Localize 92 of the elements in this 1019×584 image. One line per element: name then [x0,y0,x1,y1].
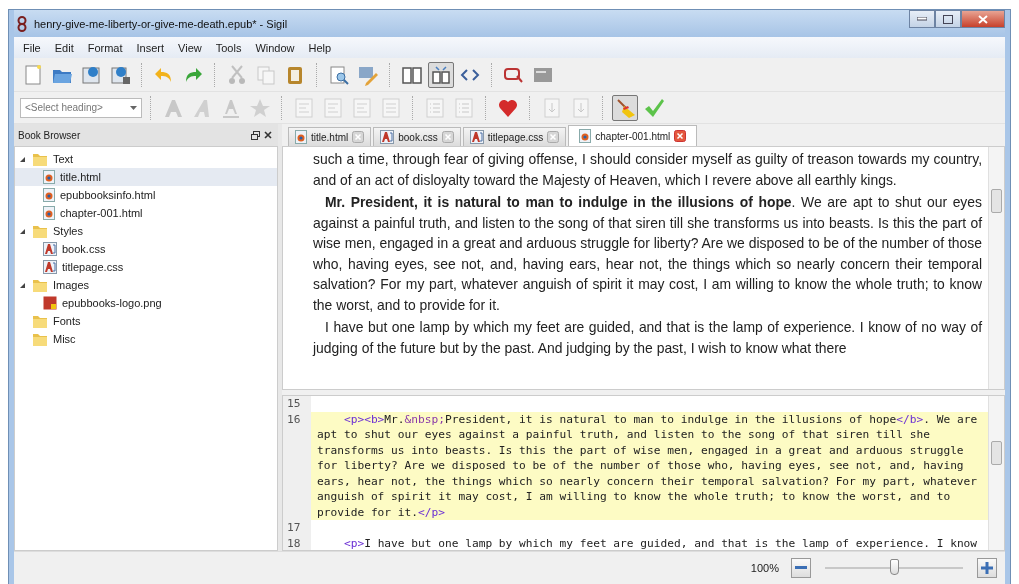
menu-item[interactable]: Insert [129,39,172,56]
html-file-icon [43,188,55,202]
align-center-icon [322,96,344,119]
stylesheet-icon [43,242,57,256]
outdent-icon [570,96,592,119]
search-icon [328,63,350,86]
plus-icon [981,562,993,574]
tree-item[interactable]: book.css [15,240,277,258]
panel-title: Book Browser [18,129,82,141]
bullet-list-icon [424,96,446,119]
scrollbar[interactable] [988,396,1004,550]
slider-thumb[interactable] [890,559,899,575]
scrollbar[interactable] [988,147,1004,389]
stylesheet-icon [469,130,484,144]
menu-item[interactable]: Edit [47,39,81,56]
float-button[interactable] [249,130,262,140]
app-logo-icon [16,15,28,32]
zoom-level: 100% [750,562,779,574]
menu-item[interactable]: File [16,39,48,56]
close-button[interactable] [961,10,1005,28]
heading-dropdown[interactable]: <Select heading> [20,97,142,118]
image-file-icon [43,296,57,310]
tree-item[interactable]: Misc [15,330,277,348]
file-tab[interactable]: book.css [373,127,461,146]
minimize-icon [917,17,927,21]
close-tab-icon[interactable] [441,131,454,143]
line-number: 17 [283,520,311,536]
tree-item[interactable]: title.html [15,168,277,186]
new-file-icon [22,63,44,86]
tree-item[interactable]: Fonts [15,312,277,330]
split-view-icon [430,63,452,86]
copy-icon [255,63,277,86]
maximize-icon [943,14,953,24]
numbered-list-icon [453,96,475,119]
preview-paragraph: Mr. President, it is natural to man to indulge in the illusions of hope. We are apt to shut our eyes against a painful truth, and listen to the song of that siren till she transforms us into beasts. Is this the part of wise men, engaged in a great and arduous struggle for liberty? Are we disposed to be of the number of those who, having eyes, see not, and, having ears, hear not, the things which so nearly concern their temporal salvation? For my part, whatever anguish of spirit it may cost, I am willing to know the whole truth; to know the worst, and to provide for it. [313,193,982,315]
folder-icon [32,277,48,293]
zoom-in-button[interactable] [977,558,997,578]
check-icon [643,96,665,119]
line-number: 16 [283,411,311,520]
html-file-icon [43,206,55,220]
html-file-icon [295,130,307,144]
zoom-out-button[interactable] [791,558,811,578]
close-icon [264,131,272,139]
close-tab-icon[interactable] [352,131,365,143]
file-tab[interactable]: chapter-001.html [568,125,698,146]
zoom-slider[interactable] [825,558,963,578]
indent-icon [541,96,563,119]
maximize-button[interactable] [935,10,961,28]
menu-item[interactable]: View [171,39,209,56]
folder-icon [32,223,48,239]
tree-item[interactable]: Images [15,276,277,294]
expanded-arrow-icon[interactable] [19,227,26,235]
scissors-icon [226,63,248,86]
broom-icon [614,96,636,119]
tree-item[interactable]: titlepage.css [15,258,277,276]
preview-paragraph: such a time, through fear of giving offense, I should consider myself as guilty of treason towards my country, and of an act of disloyalty toward the Majesty of Heaven, which I revere above all earthly kings. [313,150,982,190]
tree-item[interactable]: Styles [15,222,277,240]
html-file-icon [43,170,55,184]
dropdown-arrow-icon [130,105,137,110]
expanded-arrow-icon[interactable] [19,155,26,163]
html-file-icon [579,129,592,143]
window-title: henry-give-me-liberty-or-give-me-death.epub* - Sigil [34,17,289,30]
minus-icon [795,566,807,570]
stylesheet-icon [380,130,395,144]
align-right-icon [351,96,373,119]
split-view-button[interactable] [428,61,454,88]
folder-icon [32,331,48,347]
close-tab-icon[interactable] [674,130,687,142]
file-tab[interactable]: title.html [288,127,372,146]
menu-item[interactable]: Format [80,39,130,56]
preview-paragraph: I have but one lamp by which my feet are guided, and that is the lamp of experience. I know of no way of judging of the future but by the past. And judging by the past, I wish to know what there [313,318,982,358]
tree-item[interactable]: chapter-001.html [15,204,277,222]
line-number: 15 [283,396,311,412]
file-tab[interactable]: titlepage.css [462,127,567,146]
menu-item[interactable]: Window [248,39,302,56]
tree-item[interactable]: Text [15,150,277,168]
expanded-arrow-icon[interactable] [19,281,26,289]
folder-icon [32,313,48,329]
float-icon [251,130,260,140]
stylesheet-icon [43,260,57,274]
close-panel-button[interactable] [262,131,274,139]
close-icon [978,14,988,24]
menu-item[interactable]: Help [301,39,339,56]
folder-icon [32,151,48,167]
align-left-icon [293,96,315,119]
tree-item[interactable]: epubbooks-logo.png [15,294,277,312]
align-justify-icon [380,96,402,119]
tree-item[interactable]: epubbooksinfo.html [15,186,277,204]
broom-button[interactable] [612,94,638,121]
close-tab-icon[interactable] [547,131,560,143]
code-line: <p>I have but one lamp by which my feet are guided, and that is the lamp of experience. I know [342,535,979,550]
menu-item[interactable]: Tools [208,39,249,56]
